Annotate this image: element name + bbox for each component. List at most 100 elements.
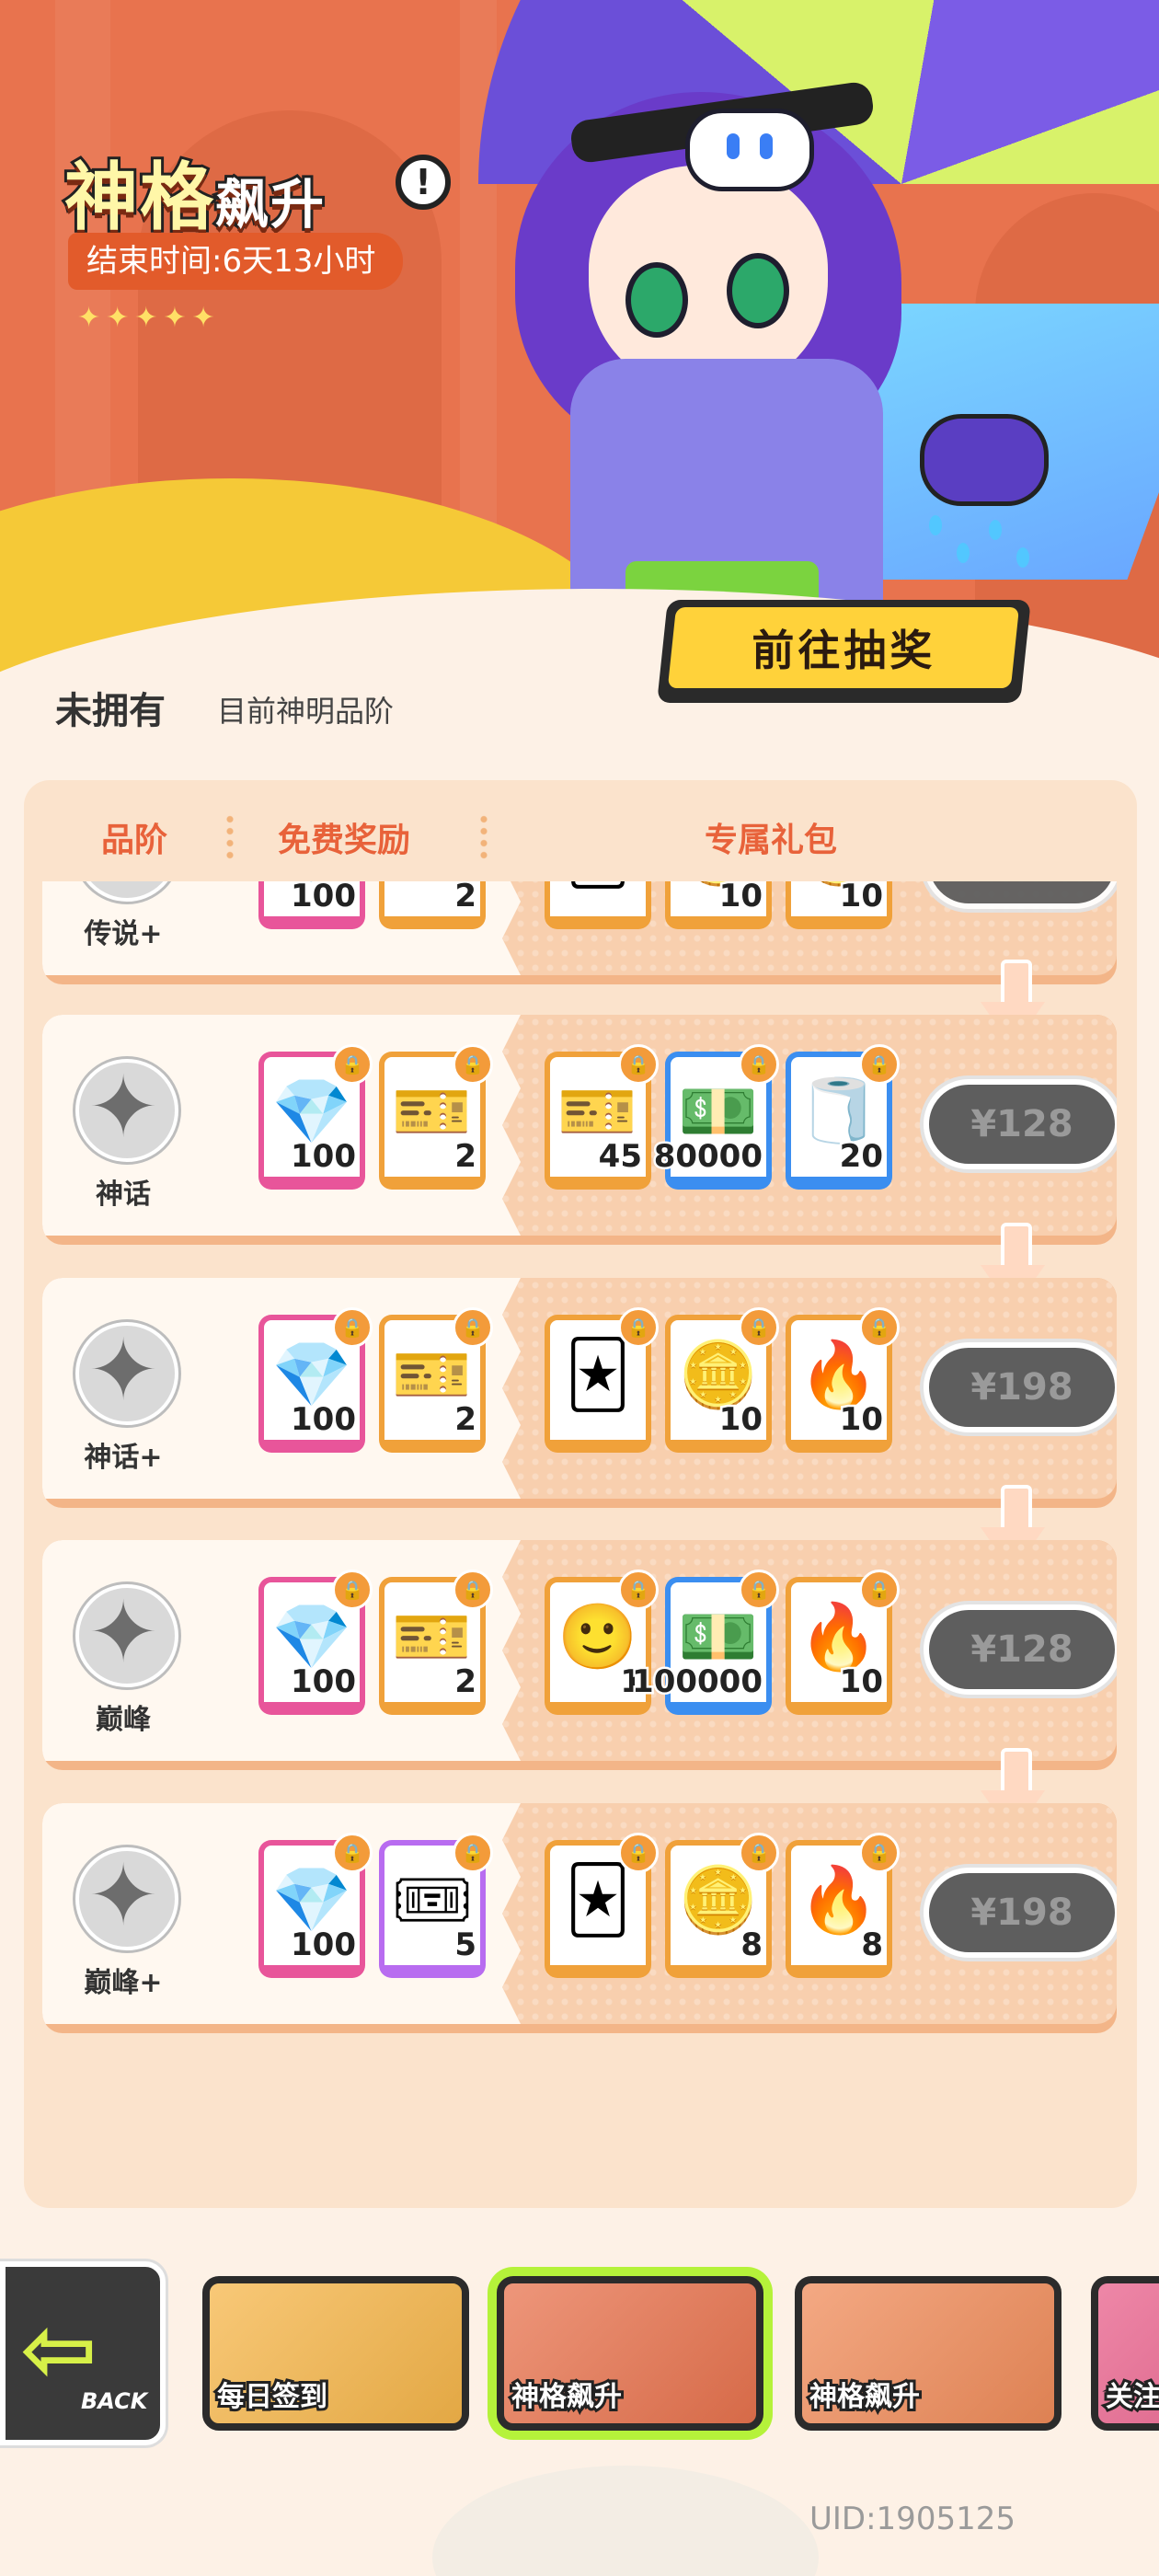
reward-item-card[interactable]: 🃏🔒 bbox=[545, 1833, 659, 1978]
reward-quantity: 8 bbox=[859, 1925, 886, 1966]
tier-badge: ✦ bbox=[68, 1315, 178, 1425]
lock-icon: 🔒 bbox=[739, 1833, 779, 1873]
tier-row: ✦ 巅峰 💎 100 🔒 🎫 2 🔒 🙂 1 🔒 💵 100000 🔒 🔥 10 🔒 ¥128 bbox=[42, 1540, 1117, 1770]
reward-item-cash[interactable]: 💵 100000 🔒 bbox=[630, 1570, 779, 1715]
lock-icon: 🔒 bbox=[618, 1570, 659, 1610]
event-tab-label: 每日签到 bbox=[214, 2378, 330, 2416]
reward-item-ticket[interactable]: 🎫2🔒 bbox=[379, 1570, 493, 1715]
reward-quantity: 10 bbox=[717, 881, 764, 917]
reward-item-ticket-rainbow[interactable]: 🎟 5 🔒 bbox=[379, 1833, 493, 1978]
buy-pack-button[interactable]: ¥198 bbox=[924, 1342, 1117, 1432]
reward-item-ticket[interactable]: 🎫2🔒 bbox=[379, 1307, 493, 1453]
reward-item-diamond[interactable]: 💎100🔒 bbox=[258, 1833, 373, 1978]
card-icon: 🃏 bbox=[550, 881, 646, 892]
event-tab-label: 神格飙升 bbox=[807, 2378, 923, 2416]
tier-badge: ✦ bbox=[68, 881, 178, 902]
event-tab[interactable]: 神格飙升 bbox=[795, 2276, 1061, 2431]
reward-quantity: 20 bbox=[837, 1136, 885, 1178]
event-tab[interactable]: 神格飙升 bbox=[497, 2276, 763, 2431]
reward-quantity: 100 bbox=[289, 1662, 359, 1703]
reward-item-card[interactable]: 🃏🔒 bbox=[545, 881, 651, 929]
current-tier-label: 目前神明品阶 bbox=[217, 694, 395, 729]
reward-quantity: 2 bbox=[453, 1662, 479, 1703]
reward-quantity: 100 bbox=[289, 1399, 359, 1441]
reward-quantity: 100 bbox=[289, 1925, 359, 1966]
header-tier: 品阶 bbox=[101, 822, 168, 859]
reward-quantity: 100 bbox=[289, 881, 359, 917]
raincloud-icon bbox=[920, 414, 1049, 506]
buy-pack-button[interactable] bbox=[924, 881, 1117, 909]
rewards-table-header: 品阶 免费奖励 专属礼包 bbox=[24, 780, 1137, 881]
back-button[interactable]: ⇦ BACK bbox=[0, 2261, 166, 2445]
buy-pack-button[interactable]: ¥128 bbox=[924, 1604, 1117, 1695]
reward-item-card[interactable]: 🃏🔒 bbox=[545, 1307, 659, 1453]
lock-icon: 🔒 bbox=[859, 1307, 900, 1348]
tier-label: 巅峰 bbox=[96, 1704, 151, 1736]
reward-quantity: 100 bbox=[289, 1136, 359, 1178]
lock-icon: 🔒 bbox=[618, 1833, 659, 1873]
info-icon[interactable]: ! bbox=[396, 155, 451, 210]
raindrop-icon bbox=[929, 515, 942, 535]
reward-item-diamond[interactable]: 💎100🔒 bbox=[258, 1570, 373, 1715]
tier-star-icon: ✦ bbox=[87, 1057, 159, 1156]
header-free-reward: 免费奖励 bbox=[278, 822, 411, 859]
buy-pack-button[interactable]: ¥128 bbox=[924, 1079, 1117, 1169]
lock-icon: 🔒 bbox=[859, 1570, 900, 1610]
lock-icon: 🔒 bbox=[618, 1044, 659, 1085]
reward-item-coin[interactable]: 🪙 8 🔒 bbox=[665, 1833, 779, 1978]
reward-item-fire[interactable]: 🔥 10 🔒 bbox=[786, 1307, 900, 1453]
reward-quantity: 2 bbox=[453, 881, 479, 917]
reward-item-diamond[interactable]: 💎100🔒 bbox=[258, 1044, 373, 1190]
buy-pack-button[interactable]: ¥198 bbox=[924, 1868, 1117, 1958]
reward-item-ticket[interactable]: 🎫2🔒 bbox=[379, 1044, 493, 1190]
bottom-decoration bbox=[432, 2466, 819, 2576]
app-root: 神格飙升 ! 结束时间:6天13小时 ✦✦✦✦✦ 前往抽奖 未拥有 目前神明品阶… bbox=[0, 0, 1159, 2576]
reward-item-coin[interactable]: 🪙10🔒 bbox=[665, 1307, 779, 1453]
go-draw-button[interactable]: 前往抽奖 bbox=[657, 600, 1031, 703]
tier-star-icon: ✦ bbox=[87, 1582, 159, 1682]
reward-quantity: 10 bbox=[837, 881, 885, 917]
lock-icon: 🔒 bbox=[453, 1570, 493, 1610]
lock-icon: 🔒 bbox=[332, 1307, 373, 1348]
lock-icon: 🔒 bbox=[739, 1307, 779, 1348]
reward-item-fire[interactable]: 🔥 10 🔒 bbox=[786, 1570, 900, 1715]
reward-item-cash[interactable]: 💵 80000 🔒 bbox=[651, 1044, 779, 1190]
reward-item-diamond[interactable]: 💎100🔒 bbox=[258, 1307, 373, 1453]
character-eye bbox=[727, 253, 789, 328]
lock-icon: 🔒 bbox=[453, 1833, 493, 1873]
reward-item-diamond[interactable]: 💎100🔒 bbox=[258, 881, 365, 929]
rewards-list[interactable]: ✦传说+💎100🔒🎫2🔒🃏🔒🪙10🔒🪙10🔒✦神话💎100🔒🎫2🔒🎫45🔒💵80… bbox=[24, 881, 1137, 2208]
reward-quantity: 80000 bbox=[651, 1136, 764, 1178]
reward-item-ticket[interactable]: 🎫2🔒 bbox=[379, 881, 486, 929]
reward-quantity: 5 bbox=[453, 1925, 479, 1966]
end-time-label: 结束时间:6天13小时 bbox=[68, 233, 404, 290]
event-title: 神格飙升 bbox=[62, 138, 327, 245]
reward-quantity: 10 bbox=[717, 1399, 764, 1441]
reward-quantity: 8 bbox=[739, 1925, 765, 1966]
lock-icon: 🔒 bbox=[739, 1570, 779, 1610]
reward-quantity: 2 bbox=[453, 1399, 479, 1441]
lock-icon: 🔒 bbox=[739, 1044, 779, 1085]
tier-label: 神话 bbox=[96, 1179, 151, 1211]
raindrop-icon bbox=[957, 543, 970, 563]
tier-row: ✦ 神话 💎 100 🔒 🎫 2 🔒 🎫 45 🔒 💵 80000 🔒 🧻 20 🔒 ¥128 bbox=[42, 1015, 1117, 1245]
event-tab[interactable]: 关注 bbox=[1091, 2276, 1159, 2431]
reward-item-tape[interactable]: 🧻 20 🔒 bbox=[786, 1044, 900, 1190]
lock-icon: 🔒 bbox=[332, 1570, 373, 1610]
user-id: UID:1905125 bbox=[809, 2501, 1016, 2537]
tier-star-icon: ✦ bbox=[87, 1320, 159, 1420]
lock-icon: 🔒 bbox=[859, 1833, 900, 1873]
go-draw-button-face: 前往抽奖 bbox=[667, 607, 1020, 688]
back-button-label: BACK bbox=[81, 2388, 148, 2414]
reward-item-coin[interactable]: 🪙10🔒 bbox=[665, 881, 772, 929]
tier-badge: ✦ bbox=[68, 1840, 178, 1950]
event-tab[interactable]: 每日签到 bbox=[202, 2276, 469, 2431]
event-title-main: 神格 bbox=[62, 152, 216, 243]
tier-label: 巅峰+ bbox=[84, 1967, 163, 1999]
reward-item-fire[interactable]: 🔥 8 🔒 bbox=[786, 1833, 900, 1978]
reward-item-coin[interactable]: 🪙10🔒 bbox=[786, 881, 892, 929]
reward-item-ticket[interactable]: 🎫 45 🔒 bbox=[545, 1044, 659, 1190]
tier-label: 神话+ bbox=[84, 1442, 163, 1474]
tier-badge: ✦ bbox=[68, 1577, 178, 1687]
event-tab-label: 神格飙升 bbox=[509, 2378, 625, 2416]
